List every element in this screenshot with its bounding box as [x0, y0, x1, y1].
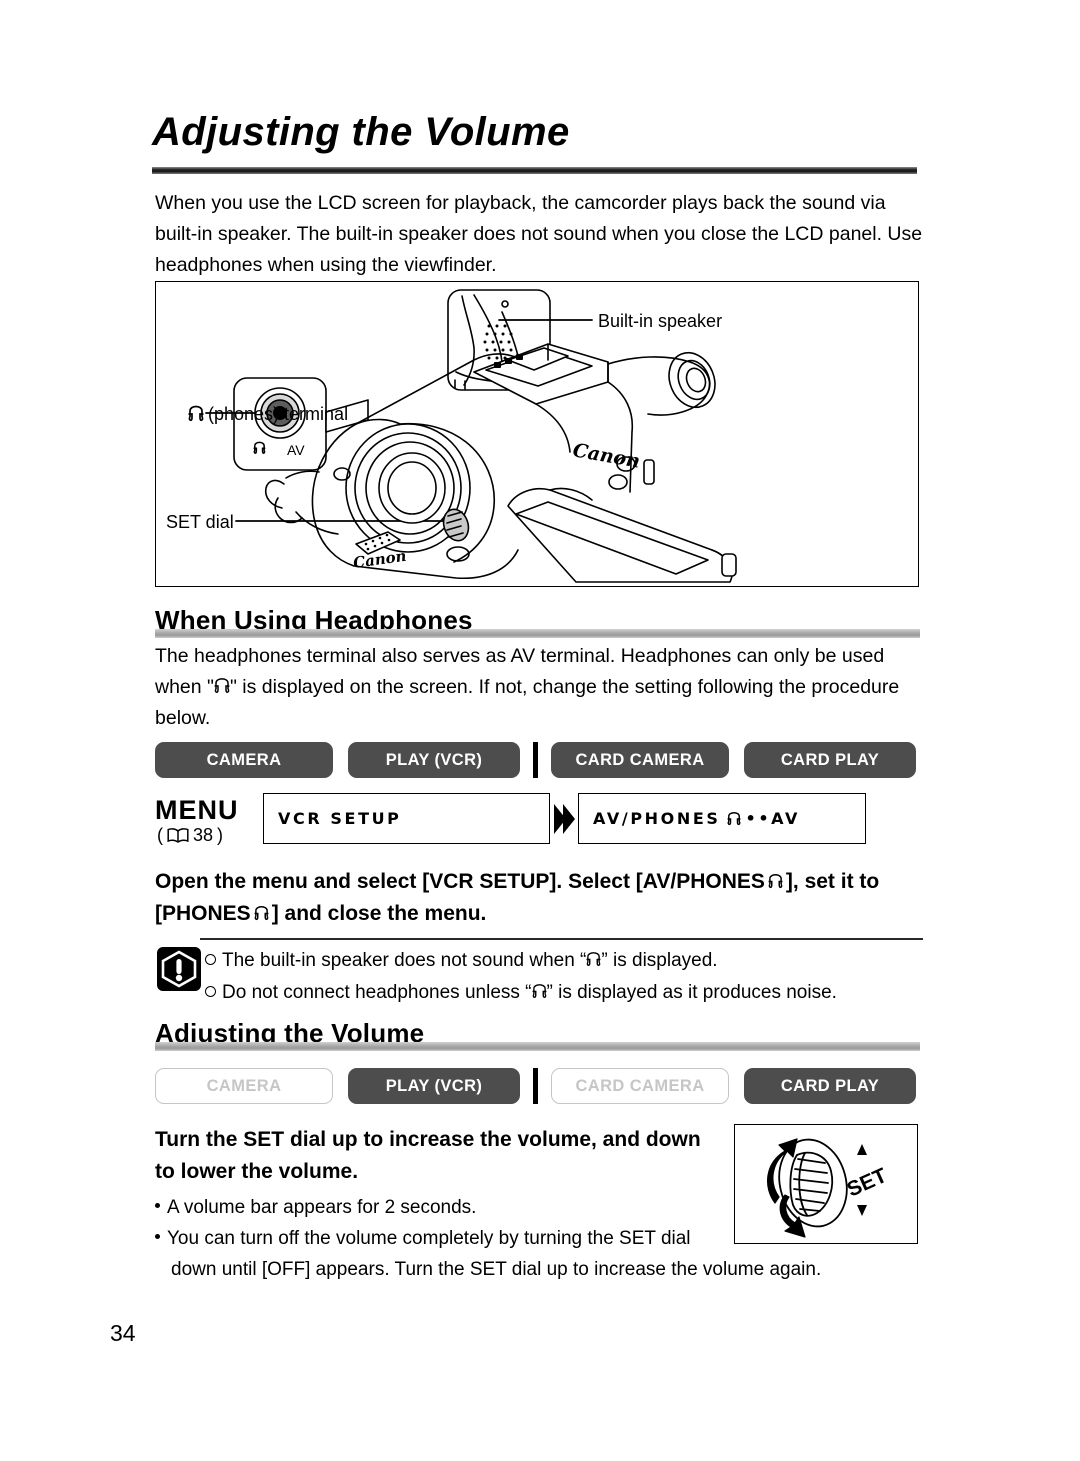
- note-bullet-icon: [205, 986, 216, 998]
- menu-sequence: VCR SETUP AV/PHONES ••AV: [263, 793, 866, 844]
- menu-item-vcr-setup[interactable]: VCR SETUP: [263, 793, 550, 844]
- mode-button-card-camera[interactable]: CARD CAMERA: [551, 742, 729, 778]
- callout-set-dial: SET dial: [166, 512, 234, 532]
- bullet-dot-icon: [155, 1234, 160, 1240]
- camcorder-illustration: Canon Canon Built-in speaker (phones) te…: [166, 289, 737, 583]
- mode-button-play-vcr[interactable]: PLAY (VCR): [348, 1068, 520, 1104]
- bullet-dot-icon: [155, 1203, 160, 1209]
- note-item-1: The built-in speaker does not sound when…: [205, 945, 925, 977]
- callout-phones-terminal: (phones) terminal: [208, 404, 348, 424]
- mode-indicator-row-headphones: CAMERA PLAY (VCR) CARD CAMERA CARD PLAY: [155, 742, 916, 778]
- mode-separator: [533, 742, 538, 778]
- volume-bullet-1-text: A volume bar appears for 2 seconds.: [167, 1197, 477, 1218]
- title-rule: [152, 167, 917, 174]
- note-bullet-icon: [205, 954, 216, 966]
- double-chevron-right-icon: [554, 803, 575, 834]
- warning-icon: [157, 947, 201, 991]
- mode-indicator-row-volume: CAMERA PLAY (VCR) CARD CAMERA CARD PLAY: [155, 1068, 916, 1104]
- menu-ref-open-paren: (: [157, 825, 163, 845]
- menu-item-av-phones-suffix: ••AV: [745, 809, 801, 828]
- note-2-text-b: ” is displayed as it produces noise.: [546, 982, 837, 1003]
- menu-item-av-phones-prefix: AV/PHONES: [593, 809, 721, 828]
- heading-rule-headphones: [155, 629, 920, 638]
- set-dial-figure: SET: [734, 1124, 918, 1244]
- mode-button-play-vcr[interactable]: PLAY (VCR): [348, 742, 520, 778]
- headphone-icon-instr2: [254, 906, 269, 921]
- menu-page-reference: ( 38): [157, 825, 223, 846]
- mode-button-card-play[interactable]: CARD PLAY: [744, 1068, 916, 1104]
- note-2-text-a: Do not connect headphones unless “: [222, 982, 532, 1003]
- note-1-text-b: ” is displayed.: [601, 950, 718, 971]
- volume-bullet-2-line1: You can turn off the volume completely b…: [167, 1228, 691, 1249]
- menu-instruction-text: Open the menu and select [VCR SETUP]. Se…: [155, 866, 925, 930]
- mode-button-camera[interactable]: CAMERA: [155, 1068, 333, 1104]
- mode-button-card-camera[interactable]: CARD CAMERA: [551, 1068, 729, 1104]
- menu-label: MENU: [155, 795, 239, 825]
- headphone-icon: [188, 405, 204, 422]
- headphones-paragraph: The headphones terminal also serves as A…: [155, 641, 925, 734]
- note-1-text-a: The built-in speaker does not sound when…: [222, 950, 587, 971]
- menu-item-av-phones[interactable]: AV/PHONES ••AV: [578, 793, 866, 844]
- menu-ref-page: 38: [193, 825, 214, 845]
- heading-rule-volume: [155, 1042, 920, 1051]
- headphone-icon-inline: [214, 678, 230, 693]
- menu-instruction-part1: Open the menu and select [VCR SETUP]. Se…: [155, 870, 765, 893]
- set-dial-label: SET: [844, 1164, 891, 1202]
- manual-page: Adjusting the Volume When you use the LC…: [0, 0, 1080, 1461]
- headphones-paragraph-part2: " is displayed on the screen. If not, ch…: [155, 676, 900, 729]
- note-item-2: Do not connect headphones unless “ ” is d…: [205, 977, 925, 1009]
- volume-instruction-text: Turn the SET dial up to increase the vol…: [155, 1128, 701, 1183]
- notes-list: The built-in speaker does not sound when…: [205, 945, 925, 1009]
- mode-button-camera[interactable]: CAMERA: [155, 742, 333, 778]
- book-icon: [167, 828, 189, 843]
- mode-button-card-play[interactable]: CARD PLAY: [744, 742, 916, 778]
- set-dial-illustration: SET: [767, 1138, 891, 1238]
- volume-bullet-2-line2: down until [OFF] appears. Turn the SET d…: [171, 1259, 822, 1280]
- headphone-icon-note2: [532, 984, 546, 999]
- headphone-icon-instr1: [768, 874, 783, 889]
- notes-divider: [200, 938, 923, 940]
- page-number: 34: [110, 1320, 136, 1346]
- jack-av-label: AV: [287, 442, 305, 458]
- page-title: Adjusting the Volume: [152, 110, 570, 154]
- menu-instruction-part3: ] and close the menu.: [271, 902, 487, 925]
- headphone-icon-note1: [586, 952, 601, 967]
- mode-separator: [533, 1068, 538, 1104]
- svg-text:Canon: Canon: [352, 547, 407, 572]
- intro-paragraph: When you use the LCD screen for playback…: [155, 192, 923, 276]
- menu-ref-close-paren: ): [217, 825, 224, 845]
- camcorder-figure: Canon Canon Built-in speaker (phones) te…: [155, 281, 919, 587]
- triangle-up-icon: [857, 1144, 867, 1155]
- headphone-icon-menu: [727, 811, 740, 826]
- triangle-down-icon: [857, 1205, 867, 1216]
- callout-built-in-speaker: Built-in speaker: [598, 311, 722, 331]
